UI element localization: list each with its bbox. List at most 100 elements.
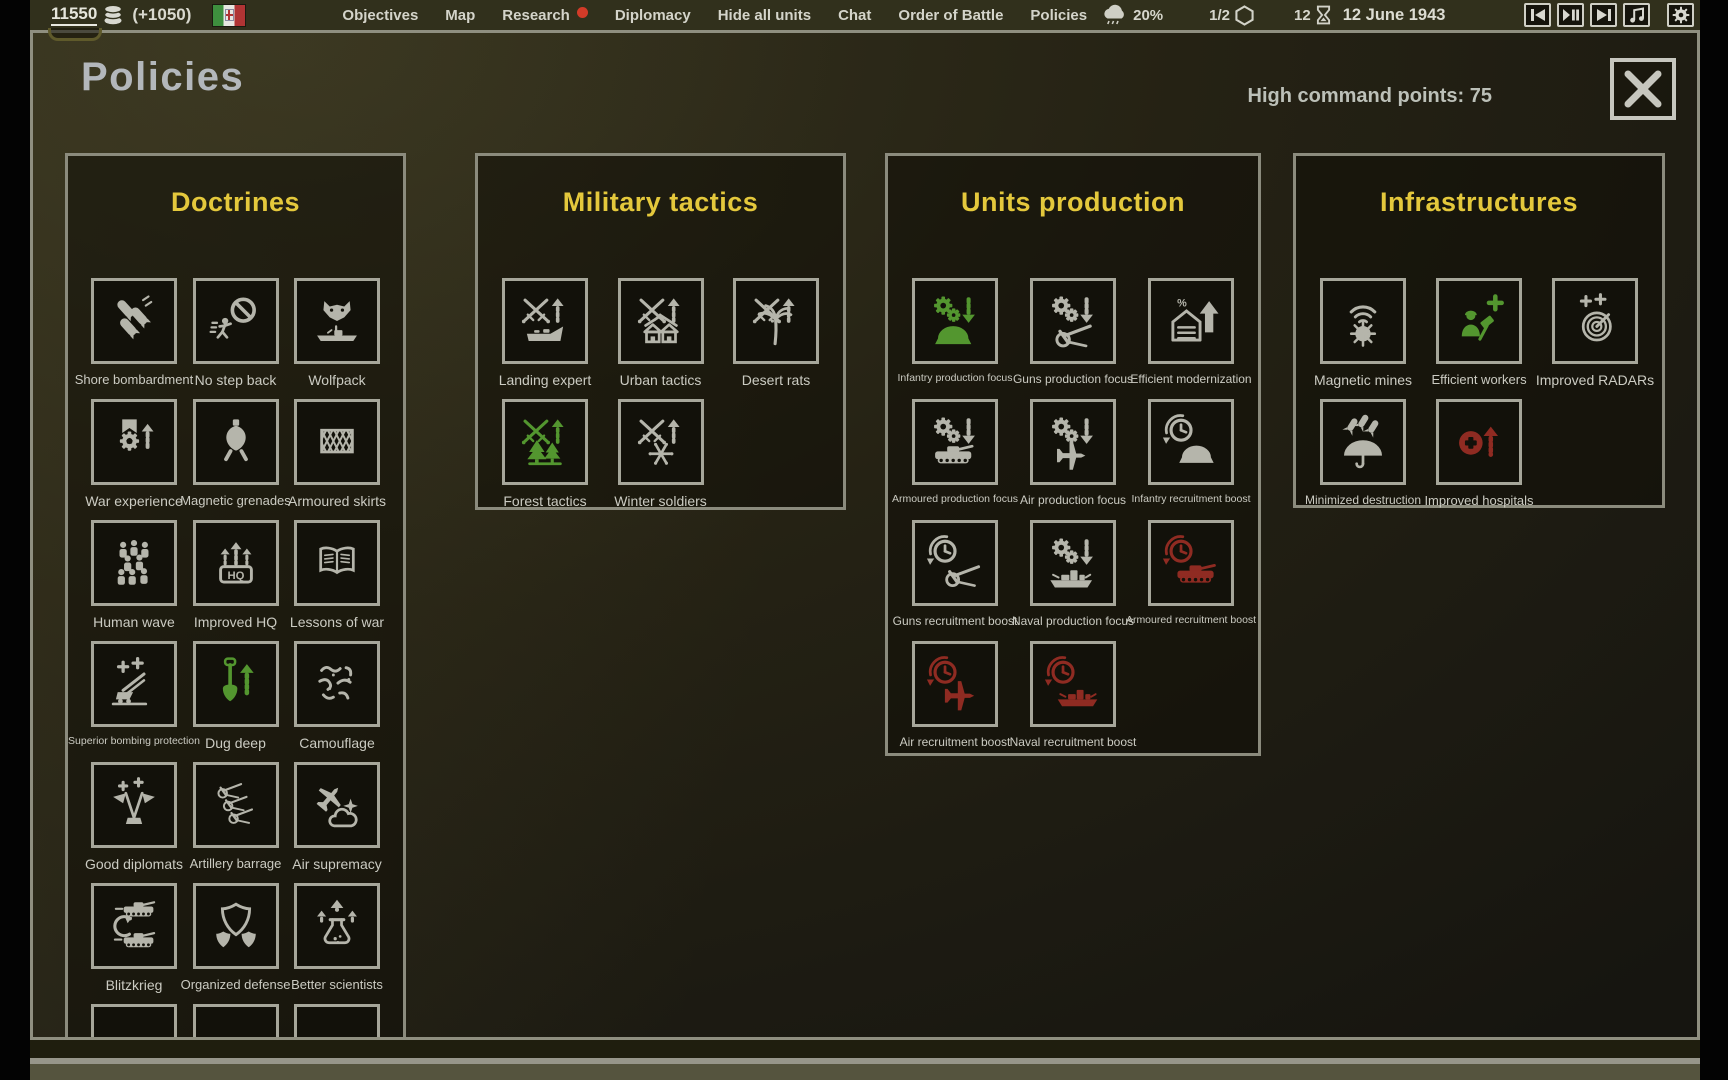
policy-cell: Human wave [91,520,177,641]
play-pause-button[interactable] [1557,3,1584,27]
policy-tile-urban-tactics[interactable] [618,278,704,364]
close-button[interactable] [1610,58,1676,120]
camouflage-icon [308,655,366,713]
policy-tile-dug-deep[interactable] [193,641,279,727]
weather-value: 20% [1133,7,1163,24]
policy-tile-magnetic-mines[interactable] [1320,278,1406,364]
svg-text:HQ: HQ [227,570,244,582]
policy-tile-improved-hospitals[interactable] [1436,399,1522,485]
policy-tile-magnetic-grenades[interactable] [193,399,279,485]
policy-tile-good-diplomats[interactable] [91,762,177,848]
policy-tile-efficient-workers[interactable] [1436,278,1522,364]
policy-tile-better-scientists[interactable] [294,883,380,969]
policy-tile-coins-down[interactable] [294,1004,380,1040]
policy-tile-winter-soldiers[interactable] [618,399,704,485]
skip-forward-button[interactable] [1590,3,1617,27]
policy-tile-improved-radars[interactable] [1552,278,1638,364]
menu-item-objectives[interactable]: Objectives [342,7,418,24]
settings-button[interactable] [1667,3,1694,27]
policy-tile-wolfpack[interactable] [294,278,380,364]
policy-label: Desert rats [742,372,810,388]
policy-tile-infantry-recruitment-boost[interactable] [1148,399,1234,485]
policy-cell: Air supremacy [294,762,380,883]
policy-tile-superior-bombing-protection[interactable] [91,641,177,727]
policy-label: Naval recruitment boost [1010,735,1137,749]
policy-tile-infantry-production-focus[interactable] [912,278,998,364]
policy-cell: Armoured skirts [294,399,380,520]
policy-tile-war-experience[interactable] [91,399,177,485]
policy-tile-air-recruitment-boost[interactable] [912,641,998,727]
menu-item-map[interactable]: Map [445,7,475,24]
policy-tile-air-supremacy[interactable] [294,762,380,848]
policy-tile-organized-defense[interactable] [193,883,279,969]
policy-tile-armoured-recruitment-boost[interactable] [1148,520,1234,606]
coins-down-icon [308,1018,366,1040]
clock-gun-icon [926,534,984,592]
menu-item-diplomacy[interactable]: Diplomacy [615,7,691,24]
coins-icon [103,4,123,26]
policy-cell: Guns recruitment boost [912,520,998,641]
policy-cell: Armoured recruitment boost [1148,520,1234,641]
policy-tile-camouflage[interactable] [294,641,380,727]
music-button[interactable] [1623,3,1650,27]
policy-cell: Infantry recruitment boost [1148,399,1234,520]
policy-tile-lessons-of-war[interactable] [294,520,380,606]
policy-tile-naval-production-focus[interactable] [1030,520,1116,606]
turn-value: 1/2 [1209,7,1230,24]
clock-tank-icon [1162,534,1220,592]
policy-label: Superior bombing protection [68,735,200,747]
skip-back-button[interactable] [1524,3,1551,27]
policy-tile-improved-hq[interactable]: HQ [193,520,279,606]
policy-tile-air-production-focus[interactable] [1030,399,1116,485]
policy-tile-artillery-barrage[interactable] [193,762,279,848]
policy-tile-arrows-up[interactable] [193,1004,279,1040]
policy-cell: Magnetic grenades [193,399,279,520]
menu-item-hide-all-units[interactable]: Hide all units [718,7,811,24]
policy-label: Air production focus [1020,493,1126,507]
policy-label: Magnetic grenades [180,493,291,508]
time-controls [1524,3,1694,27]
policy-cell [193,1004,279,1040]
policy-tile-armoured-skirts[interactable] [294,399,380,485]
radar-plus-icon [1566,292,1624,350]
policy-label: Minimized destruction [1305,493,1421,507]
policy-tile-desert-rats[interactable] [733,278,819,364]
policy-tile-landing-expert[interactable] [502,278,588,364]
hq-up-icon: HQ [207,534,265,592]
policy-tile-guns-production-focus[interactable] [1030,278,1116,364]
money-tab[interactable] [48,28,102,41]
policy-tile-efficient-modernization[interactable]: % [1148,278,1234,364]
policy-tile-burst-up[interactable] [91,1004,177,1040]
skip-forward-icon [1595,6,1613,24]
policy-tile-naval-recruitment-boost[interactable] [1030,641,1116,727]
top-bar: 11550 (+1050) ObjectivesMapResearchDiplo… [30,0,1700,30]
policy-cell [294,1004,380,1040]
gears-ship-icon [1044,534,1102,592]
policy-label: Organized defense [181,977,291,992]
policy-tile-armoured-production-focus[interactable] [912,399,998,485]
money-delta: (+1050) [132,5,191,25]
policy-cell: Desert rats [733,278,819,399]
policy-tile-shore-bombardment[interactable] [91,278,177,364]
category-units-production: Units productionInfantry production focu… [885,153,1261,756]
menu-item-order-of-battle[interactable]: Order of Battle [898,7,1003,24]
menu-item-research[interactable]: Research [502,7,588,24]
policy-tile-guns-recruitment-boost[interactable] [912,520,998,606]
policy-tile-human-wave[interactable] [91,520,177,606]
policy-tile-minimized-destruction[interactable] [1320,399,1406,485]
policy-label: Urban tactics [620,372,702,388]
menu-item-policies[interactable]: Policies [1030,7,1087,24]
menu-item-chat[interactable]: Chat [838,7,871,24]
wifi-mine-icon [1334,292,1392,350]
policy-label: Forest tactics [503,493,586,509]
policy-tile-forest-tactics[interactable] [502,399,588,485]
policy-label: Good diplomats [85,856,183,872]
policy-tile-blitzkrieg[interactable] [91,883,177,969]
policy-tile-no-step-back[interactable] [193,278,279,364]
policy-cell: Better scientists [294,883,380,1004]
aa-gun-plus-icon [105,655,163,713]
tanks-arrow-icon [105,897,163,955]
bottom-strip-olive [30,1064,1700,1080]
policy-label: Blitzkrieg [106,977,163,993]
music-icon [1628,6,1646,24]
